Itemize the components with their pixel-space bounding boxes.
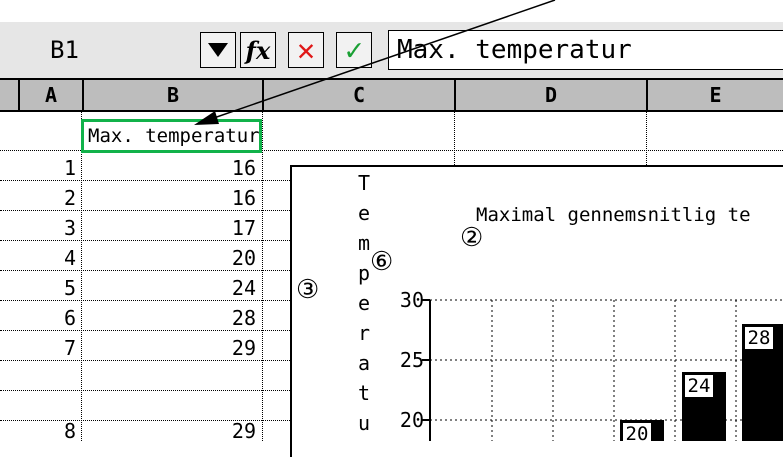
chart-data-label: 28 [748,327,771,349]
chart-data-label: 20 [626,423,649,441]
chart-data-label: 24 [688,375,711,397]
chart-plot: 20 24 28 [422,299,783,441]
